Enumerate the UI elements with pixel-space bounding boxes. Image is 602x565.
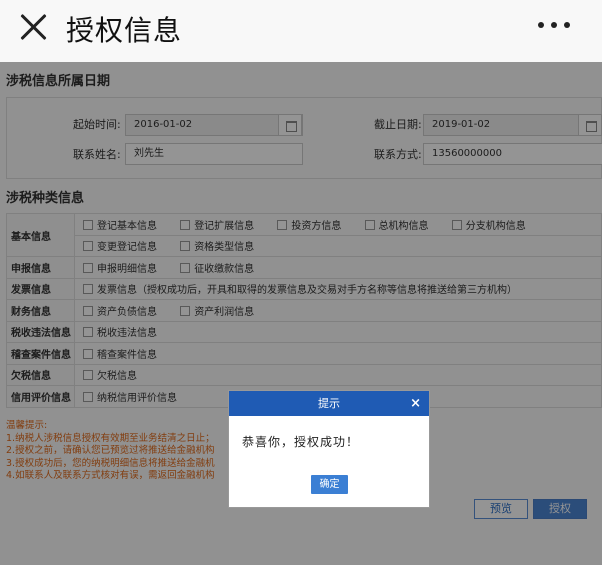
close-icon[interactable]: ×	[410, 391, 421, 416]
confirm-button[interactable]: 确定	[311, 475, 348, 494]
dialog-header: 提示 ×	[229, 391, 429, 416]
close-icon[interactable]	[18, 12, 48, 42]
title-bar: 授权信息	[0, 0, 602, 62]
dialog-message: 恭喜你，授权成功！	[242, 435, 360, 449]
more-options-icon[interactable]	[538, 22, 572, 30]
success-dialog: 提示 × 恭喜你，授权成功！ 确定	[228, 390, 430, 508]
dialog-title: 提示	[318, 397, 340, 410]
page-title: 授权信息	[66, 14, 183, 47]
